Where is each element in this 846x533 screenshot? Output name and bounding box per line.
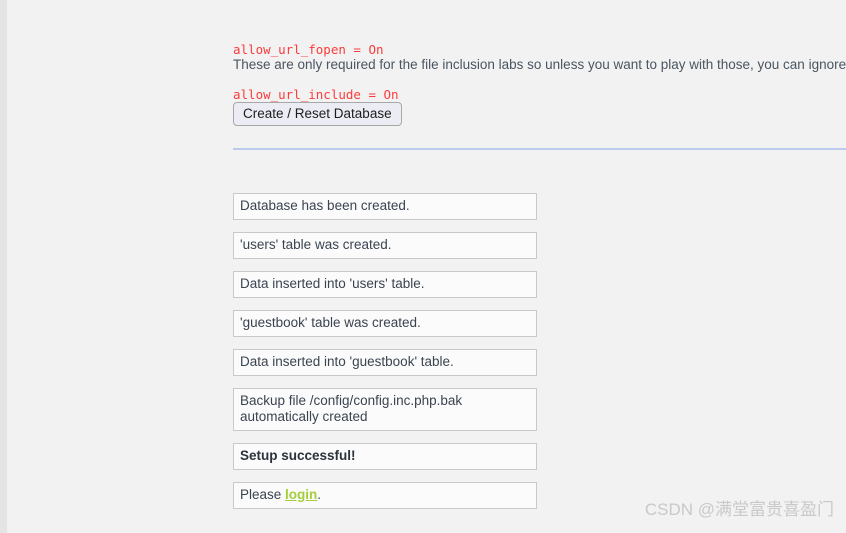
section-divider bbox=[233, 148, 846, 150]
page-left-gutter bbox=[0, 0, 7, 533]
csdn-watermark: CSDN @满堂富贵喜盈门 bbox=[644, 500, 834, 519]
setup-note-paragraph: These are only required for the file inc… bbox=[233, 57, 846, 72]
login-prompt-suffix: . bbox=[317, 487, 322, 502]
status-message: Data inserted into 'users' table. bbox=[233, 271, 537, 298]
status-message: Database has been created. bbox=[233, 193, 537, 220]
main-content: allow_url_fopen = On allow_url_include =… bbox=[233, 0, 846, 533]
status-message-setup-successful: Setup successful! bbox=[233, 443, 537, 470]
status-message: Data inserted into 'guestbook' table. bbox=[233, 349, 537, 376]
setup-message-list: Database has been created. 'users' table… bbox=[233, 193, 537, 521]
status-message-login-prompt: Please login. bbox=[233, 482, 537, 509]
login-prompt-prefix: Please bbox=[240, 487, 286, 502]
login-link[interactable]: login bbox=[285, 487, 317, 502]
php-config-line-allow-url-include: allow_url_include = On bbox=[233, 87, 399, 102]
status-message: 'guestbook' table was created. bbox=[233, 310, 537, 337]
create-reset-database-button[interactable]: Create / Reset Database bbox=[233, 102, 402, 126]
status-message-backup-file: Backup file /config/config.inc.php.bak a… bbox=[233, 388, 537, 431]
status-message: 'users' table was created. bbox=[233, 232, 537, 259]
sidebar bbox=[7, 0, 233, 533]
